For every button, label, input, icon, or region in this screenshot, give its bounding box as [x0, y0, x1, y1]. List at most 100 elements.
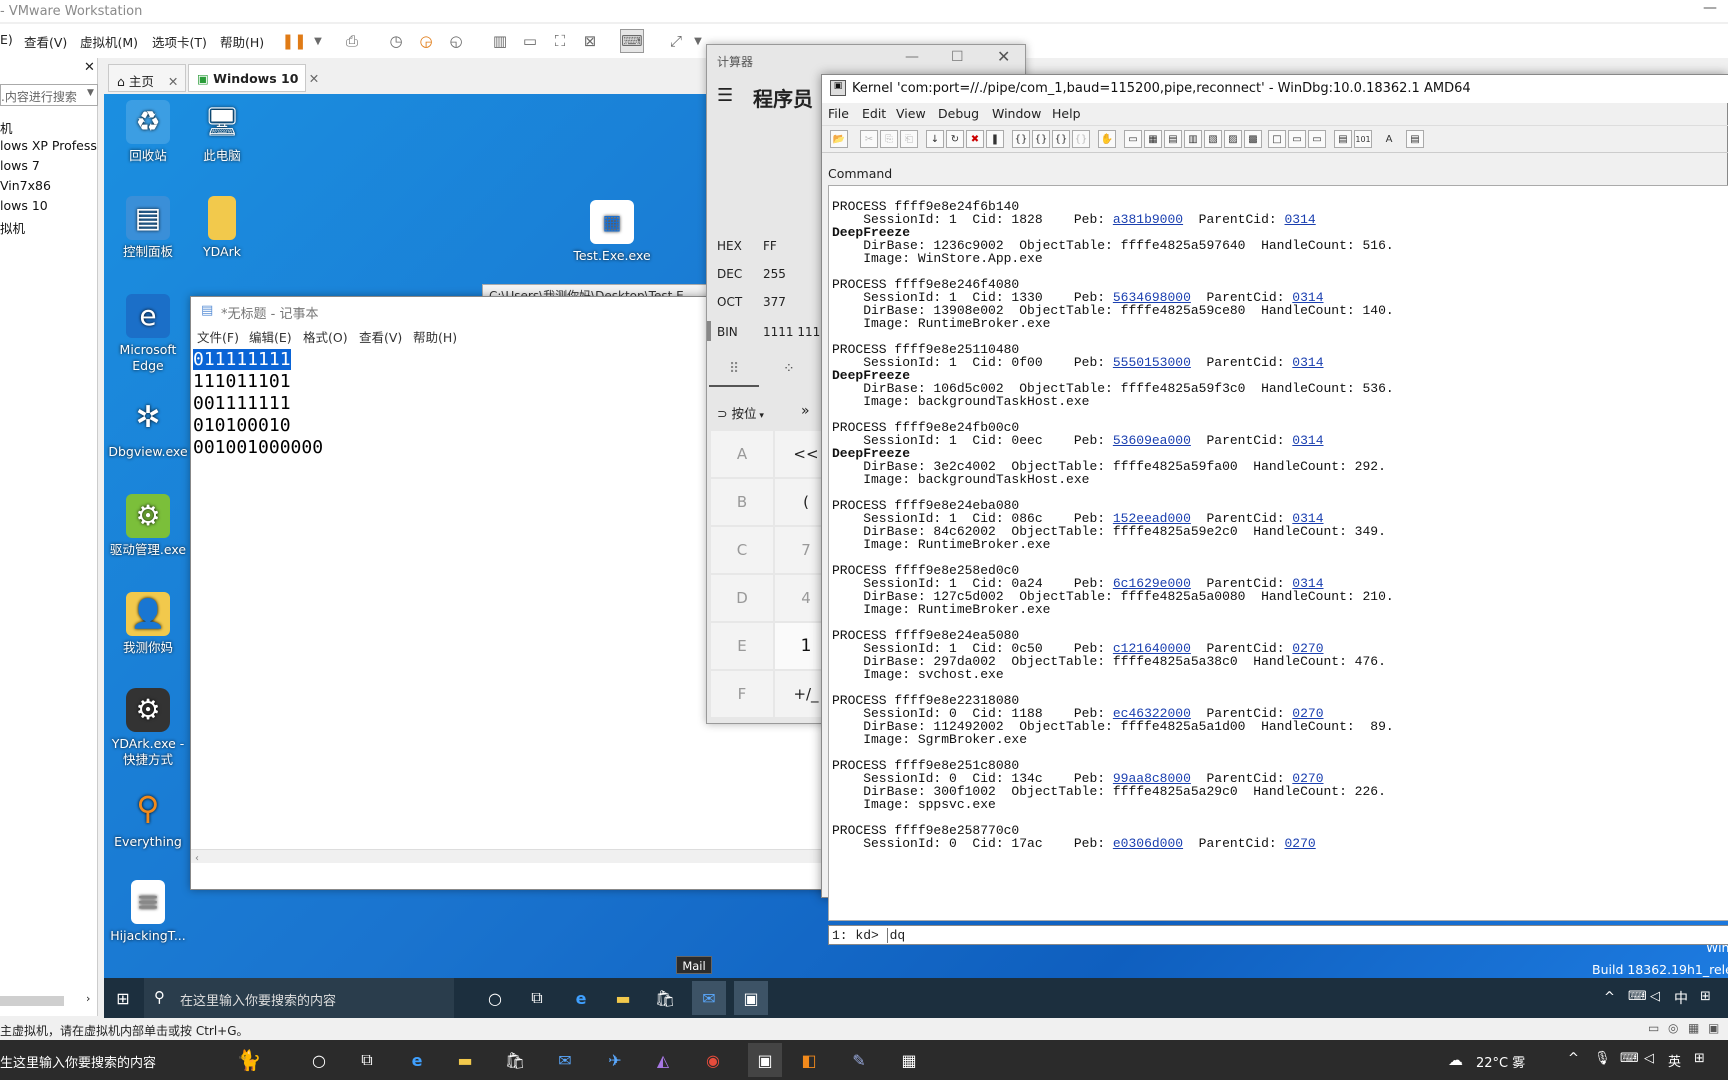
restart-icon[interactable]: ↻ [946, 130, 964, 148]
library-item[interactable]: lows 10 [0, 198, 98, 213]
library-item[interactable]: Vin7x86 [0, 178, 98, 193]
library-item[interactable]: lows XP Professic [0, 138, 98, 153]
snapshot-manager-icon[interactable]: ◵ [444, 29, 468, 53]
search-highlight-icon[interactable]: 🐈 [218, 1047, 280, 1073]
notepad-taskbar-icon[interactable]: ✎ [846, 1047, 872, 1073]
processes-threads-icon[interactable]: ▭ [1288, 130, 1306, 148]
horizontal-scrollbar[interactable] [0, 996, 64, 1006]
library-search-input[interactable]: .内容进行搜索 ▼ [0, 84, 98, 106]
chevron-up-icon[interactable]: ^ [1568, 1051, 1579, 1066]
revert-snapshot-icon[interactable]: ◶ [414, 29, 438, 53]
library-item[interactable]: 机 [0, 118, 98, 137]
library-item[interactable]: lows 7 [0, 158, 98, 173]
chevron-right-icon[interactable]: › [86, 992, 90, 1005]
desktop-icon-driver-manager[interactable]: ⚙ 驱动管理.exe [106, 494, 190, 558]
menu-edit[interactable]: E) [0, 32, 13, 47]
windbg-taskbar-icon[interactable]: ▣ [734, 981, 768, 1015]
key-e[interactable]: E [711, 623, 773, 669]
menu-window[interactable]: Window [992, 106, 1041, 121]
locals-window-icon[interactable]: ▤ [1164, 130, 1182, 148]
menu-file[interactable]: 文件(F) [197, 327, 239, 346]
usb-icon[interactable]: ▣ [1708, 1021, 1719, 1035]
oct-label[interactable]: OCT [717, 295, 742, 309]
weather-icon[interactable]: ☁ [1448, 1051, 1463, 1069]
pause-icon[interactable]: ❚❚ [281, 29, 306, 53]
close-icon[interactable]: ✕ [84, 60, 95, 75]
network-icon[interactable]: ⌨ [1620, 1051, 1639, 1066]
menu-tabs[interactable]: 选项卡(T) [152, 32, 207, 51]
paste-icon[interactable]: ⎗ [900, 130, 918, 148]
menu-view[interactable]: 查看(V) [24, 32, 67, 51]
command-input-line[interactable]: 1: kd> dq [828, 925, 1728, 945]
file-explorer-icon[interactable]: ▬ [610, 985, 636, 1011]
menu-help[interactable]: Help [1052, 106, 1081, 121]
scratch-pad-icon[interactable]: □ [1268, 130, 1286, 148]
menu-format[interactable]: 格式(O) [303, 327, 348, 346]
desktop-icon-user-folder[interactable]: 👤 我测你妈 [106, 592, 190, 656]
menu-help[interactable]: 帮助(H) [220, 32, 264, 51]
task-view-icon[interactable]: ⧉ [524, 985, 550, 1011]
peb-link[interactable]: 5550153000 [1113, 355, 1191, 370]
run-to-cursor-icon[interactable]: {} [1072, 130, 1090, 148]
close-button[interactable]: ✕ [997, 47, 1010, 66]
stretch-icon[interactable]: ⤢ [664, 29, 688, 53]
edge-icon[interactable]: e [404, 1047, 430, 1073]
chevron-down-icon[interactable]: ▼ [87, 88, 94, 98]
store-icon[interactable]: 🛍 [502, 1047, 528, 1073]
callstack-window-icon[interactable]: ▨ [1224, 130, 1242, 148]
cortana-icon[interactable]: ○ [306, 1047, 332, 1073]
bitwise-dropdown[interactable]: ⊃ 按位 ▾ [717, 403, 764, 422]
stop-icon[interactable]: ✖ [966, 130, 984, 148]
chevron-left-icon[interactable]: ‹ [191, 853, 199, 864]
cdrom-icon[interactable]: ◎ [1668, 1021, 1678, 1035]
source-toggle-icon[interactable]: ▤ [1334, 130, 1352, 148]
menu-edit[interactable]: 编辑(E) [249, 327, 292, 346]
thumbnail-view-icon[interactable]: ▭ [518, 29, 542, 53]
desktop-icon-this-pc[interactable]: 🖥 此电脑 [180, 100, 264, 164]
bin-label[interactable]: BIN [717, 325, 738, 339]
send-ctrl-alt-del-icon[interactable]: ⎙ [340, 29, 364, 53]
hand-icon[interactable]: ✋ [1098, 130, 1116, 148]
peb-link[interactable]: a381b9000 [1113, 212, 1183, 227]
hex-toggle-icon[interactable]: 101 [1354, 130, 1372, 148]
command-input[interactable]: dq [886, 928, 906, 943]
library-item[interactable]: 拟机 [0, 218, 98, 237]
memory-window-icon[interactable]: ▧ [1204, 130, 1222, 148]
input-method-icon[interactable]: ⊞ [1694, 1051, 1705, 1066]
step-over-icon[interactable]: {} [1032, 130, 1050, 148]
feedback-icon[interactable]: ✈ [602, 1047, 628, 1073]
desktop-icon-test-exe[interactable]: ▦ Test.Exe.exe [570, 200, 654, 264]
keypad-icon[interactable]: ⠿ [729, 361, 739, 377]
menu-edit[interactable]: Edit [862, 106, 886, 121]
maximize-button[interactable]: ☐ [951, 49, 964, 65]
store-icon[interactable]: 🛍 [652, 985, 678, 1011]
ime-indicator[interactable]: 中 [1674, 988, 1688, 1008]
file-explorer-icon[interactable]: ▬ [452, 1047, 478, 1073]
key-d[interactable]: D [711, 575, 773, 621]
menu-help[interactable]: 帮助(H) [413, 327, 457, 346]
desktop-icon-control-panel[interactable]: ▤ 控制面板 [106, 196, 190, 260]
desktop-icon-hijacking[interactable]: ≡ HijackingT... [106, 880, 190, 944]
copy-icon[interactable]: ⎘ [880, 130, 898, 148]
menu-view[interactable]: View [896, 106, 926, 121]
unity-icon[interactable]: ⊠ [578, 29, 602, 53]
command-window-icon[interactable]: ▭ [1124, 130, 1142, 148]
horizontal-scrollbar[interactable]: ‹ [191, 849, 829, 864]
cut-icon[interactable]: ✂ [860, 130, 878, 148]
visual-studio-icon[interactable]: ◭ [650, 1047, 676, 1073]
desktop-icon-ydark[interactable]: YDArk [180, 196, 264, 260]
chevron-down-icon[interactable]: ▼ [306, 29, 330, 53]
font-icon[interactable]: A [1380, 130, 1398, 148]
parent-cid-link[interactable]: 0270 [1285, 836, 1316, 851]
step-into-icon[interactable]: {} [1012, 130, 1030, 148]
peb-link[interactable]: 53609ea000 [1113, 433, 1191, 448]
calculator-taskbar-icon[interactable]: ▦ [896, 1047, 922, 1073]
guest-search-box[interactable]: ⚲ 在这里输入你要搜索的内容 [144, 978, 454, 1018]
bit-toggle-icon[interactable]: ⁘ [783, 361, 795, 377]
close-icon[interactable]: ✕ [309, 71, 319, 86]
fullscreen-icon[interactable]: ⛶ [548, 29, 572, 53]
tab-home[interactable]: ⌂ 主页 ✕ [108, 64, 186, 92]
close-icon[interactable]: ✕ [168, 74, 178, 89]
bitshift-icon[interactable]: » [801, 403, 810, 419]
ime-indicator[interactable]: 英 [1668, 1051, 1681, 1070]
